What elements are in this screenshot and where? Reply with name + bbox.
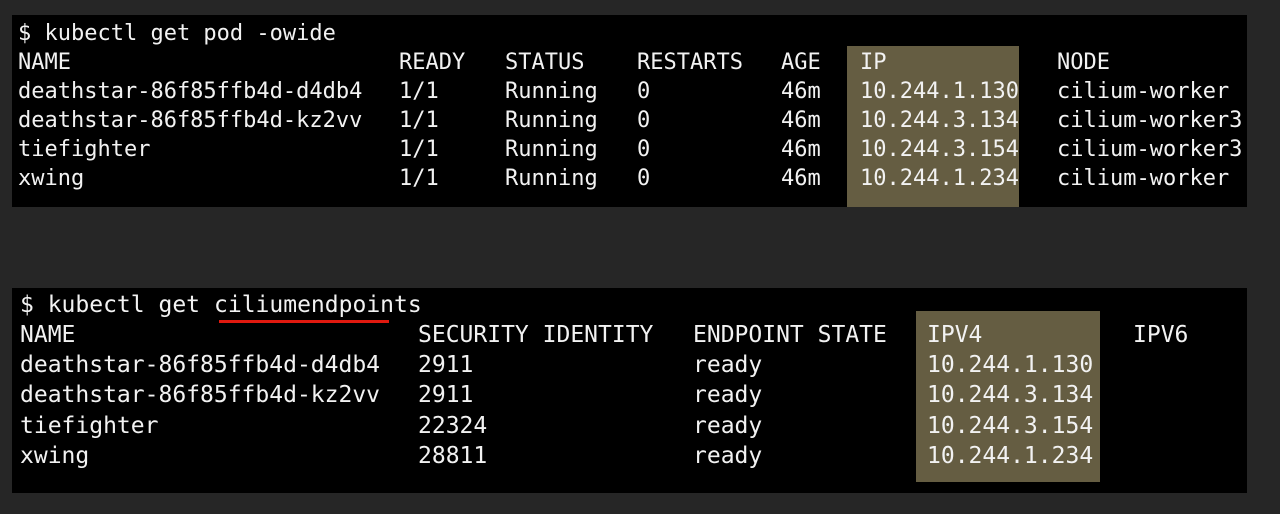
- endpoint-ipv4: 10.244.1.234: [927, 443, 1094, 469]
- endpoint-ipv4: 10.244.3.134: [927, 382, 1094, 408]
- command-line: $ kubectl get ciliumendpoints: [12, 290, 422, 319]
- header-age: AGE: [781, 50, 821, 75]
- pod-restarts: 0: [637, 79, 651, 104]
- table-row: tiefighter 22324 ready 10.244.3.154: [12, 411, 1093, 440]
- security-identity: 28811: [418, 443, 488, 469]
- pod-name: deathstar-86f85ffb4d-kz2vv: [18, 108, 363, 133]
- header-ipv6: IPV6: [1133, 322, 1189, 348]
- table-row: deathstar-86f85ffb4d-kz2vv 1/1 Running 0…: [12, 106, 1242, 135]
- table-row: deathstar-86f85ffb4d-d4db4 2911 ready 10…: [12, 350, 1093, 379]
- endpoint-name: deathstar-86f85ffb4d-d4db4: [20, 352, 381, 378]
- table-row: xwing 1/1 Running 0 46m 10.244.1.234 cil…: [12, 164, 1229, 193]
- pod-ip: 10.244.1.234: [860, 166, 1019, 191]
- pod-ready: 1/1: [399, 79, 439, 104]
- resource-underline: [219, 320, 389, 323]
- table-row: xwing 28811 ready 10.244.1.234: [12, 441, 1093, 470]
- endpoint-state: ready: [693, 382, 763, 408]
- pod-restarts: 0: [637, 137, 651, 162]
- pod-age: 46m: [781, 108, 821, 133]
- endpoint-name: xwing: [20, 443, 90, 469]
- table-row: deathstar-86f85ffb4d-kz2vv 2911 ready 10…: [12, 380, 1093, 409]
- pod-name: tiefighter: [18, 137, 151, 162]
- command-text: $ kubectl get: [20, 292, 214, 318]
- security-identity: 2911: [418, 382, 474, 408]
- header-ready: READY: [399, 50, 466, 75]
- header-endpoint-state: ENDPOINT STATE: [693, 322, 887, 348]
- pod-age: 46m: [781, 79, 821, 104]
- header-name: NAME: [20, 322, 76, 348]
- pod-name: xwing: [18, 166, 85, 191]
- endpoint-state: ready: [693, 413, 763, 439]
- pod-ready: 1/1: [399, 137, 439, 162]
- terminal-ciliumendpoints-list: $ kubectl get ciliumendpoints NAME SECUR…: [12, 288, 1247, 493]
- endpoint-name: tiefighter: [20, 413, 159, 439]
- pod-ready: 1/1: [399, 166, 439, 191]
- pod-status: Running: [505, 166, 598, 191]
- pod-node: cilium-worker3: [1057, 108, 1243, 133]
- header-status: STATUS: [505, 50, 585, 75]
- pod-node: cilium-worker: [1057, 79, 1230, 104]
- pod-age: 46m: [781, 137, 821, 162]
- pod-restarts: 0: [637, 108, 651, 133]
- header-ip: IP: [860, 50, 887, 75]
- pod-ip: 10.244.3.154: [860, 137, 1019, 162]
- table-row: tiefighter 1/1 Running 0 46m 10.244.3.15…: [12, 135, 1242, 164]
- table-header: NAME READY STATUS RESTARTS AGE IP NODE: [12, 48, 1110, 77]
- endpoint-state: ready: [693, 443, 763, 469]
- pod-name: deathstar-86f85ffb4d-d4db4: [18, 79, 363, 104]
- pod-node: cilium-worker: [1057, 166, 1230, 191]
- pod-age: 46m: [781, 166, 821, 191]
- pod-status: Running: [505, 108, 598, 133]
- header-restarts: RESTARTS: [637, 50, 743, 75]
- pod-status: Running: [505, 137, 598, 162]
- pod-ready: 1/1: [399, 108, 439, 133]
- endpoint-state: ready: [693, 352, 763, 378]
- endpoint-ipv4: 10.244.3.154: [927, 413, 1094, 439]
- header-security-identity: SECURITY IDENTITY: [418, 322, 654, 348]
- header-node: NODE: [1057, 50, 1110, 75]
- command-text: $ kubectl get pod -owide: [18, 21, 336, 46]
- pod-ip: 10.244.1.130: [860, 79, 1019, 104]
- table-row: deathstar-86f85ffb4d-d4db4 1/1 Running 0…: [12, 77, 1229, 106]
- command-line: $ kubectl get pod -owide: [12, 19, 336, 48]
- endpoint-name: deathstar-86f85ffb4d-kz2vv: [20, 382, 381, 408]
- pod-status: Running: [505, 79, 598, 104]
- pod-node: cilium-worker3: [1057, 137, 1243, 162]
- security-identity: 2911: [418, 352, 474, 378]
- pod-restarts: 0: [637, 166, 651, 191]
- endpoint-ipv4: 10.244.1.130: [927, 352, 1094, 378]
- terminal-pod-list: $ kubectl get pod -owide NAME READY STAT…: [12, 15, 1247, 207]
- header-name: NAME: [18, 50, 71, 75]
- security-identity: 22324: [418, 413, 488, 439]
- command-resource: ciliumendpoints: [214, 292, 422, 318]
- table-header: NAME SECURITY IDENTITY ENDPOINT STATE IP…: [12, 320, 1188, 349]
- pod-ip: 10.244.3.134: [860, 108, 1019, 133]
- header-ipv4: IPV4: [927, 322, 983, 348]
